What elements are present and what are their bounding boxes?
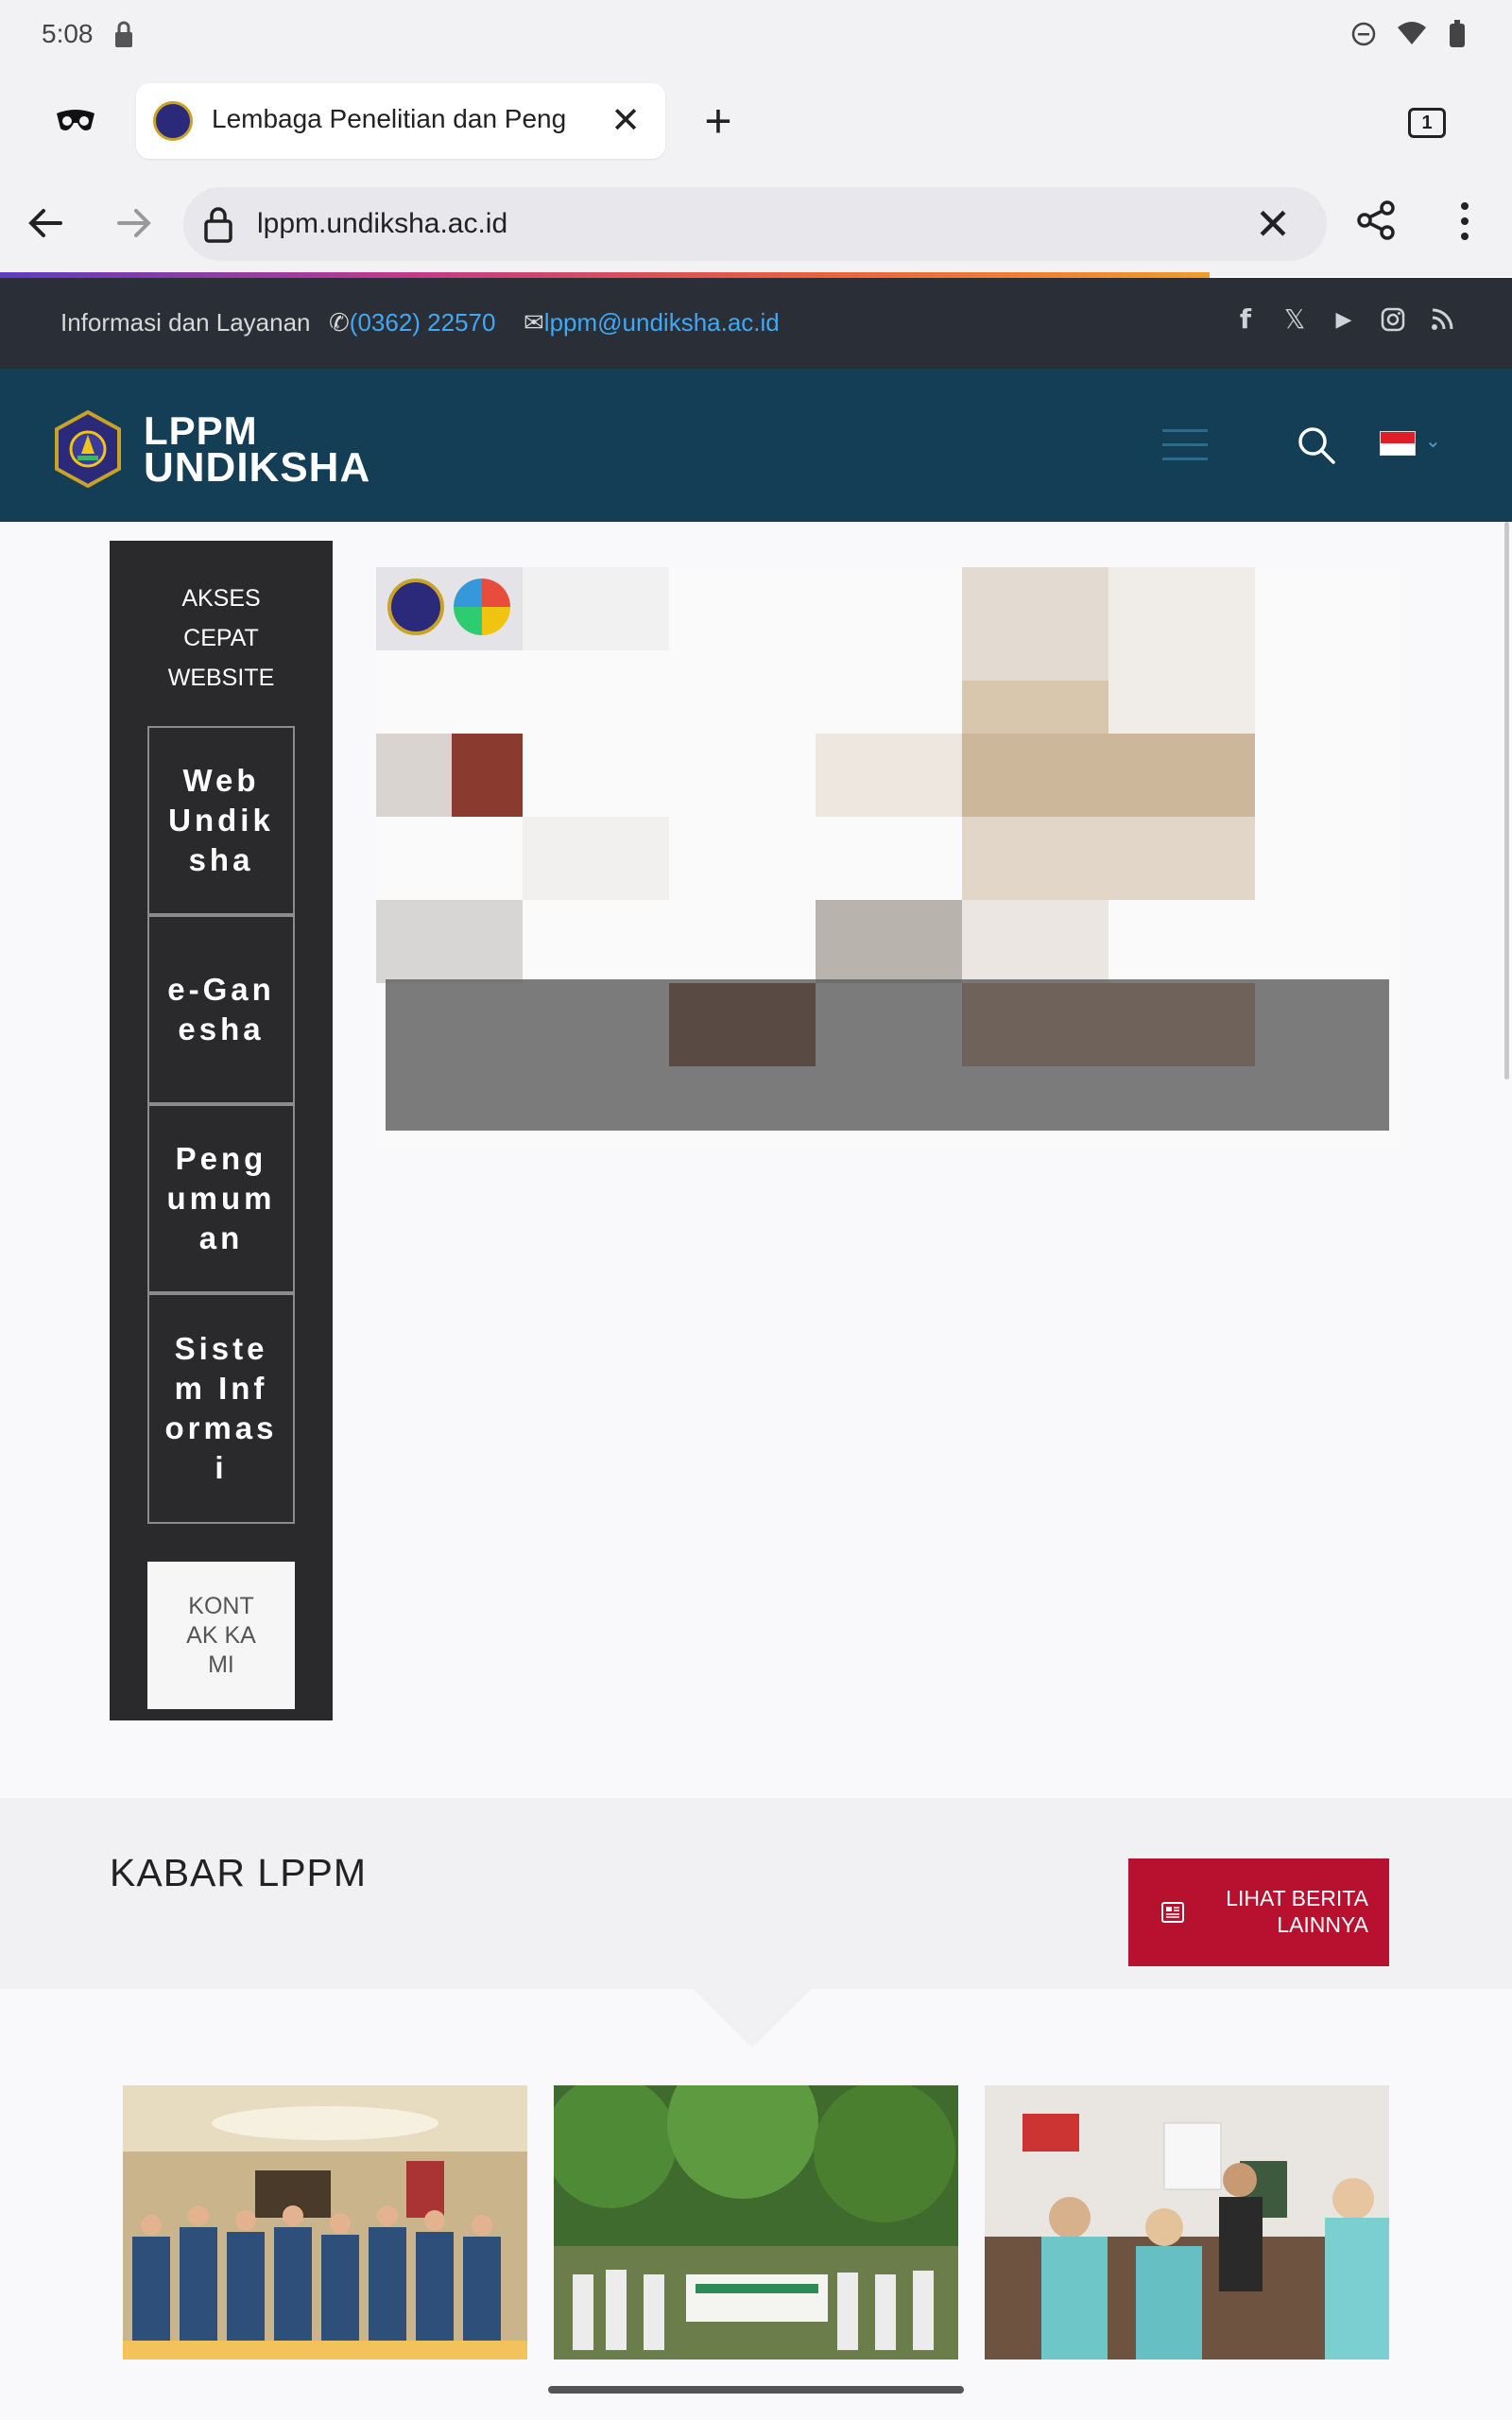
page-scrollbar[interactable] [1504,522,1509,1080]
quick-title-line: WEBSITE [167,665,275,691]
contact-label: KONTAK KAMI [186,1592,256,1678]
system-status-bar: 5:08 [0,0,1512,68]
chevron-down-icon[interactable]: ⌄ [1425,429,1441,453]
hero-slideshow[interactable] [376,567,1402,1150]
undiksha-emblem-icon [387,579,444,635]
slide-tile [962,817,1255,900]
contact-us-button[interactable]: KONTAK KAMI [147,1562,295,1709]
indonesia-flag-icon[interactable] [1380,431,1416,456]
section-pointer [694,1989,811,2048]
info-label: Informasi dan Layanan [60,308,311,337]
slide-tile [669,983,816,1066]
browser-tab[interactable]: Lembaga Penelitian dan Peng ✕ [136,83,665,159]
forward-arrow-icon[interactable] [112,200,157,246]
clear-url-icon[interactable]: ✕ [1249,200,1297,248]
quick-link-sistem-informasi[interactable]: Sistem Informasi [147,1293,295,1524]
slide-tile [523,817,669,900]
slide-tile [816,734,962,817]
hamburger-menu-icon[interactable] [1162,429,1208,463]
partner-logo-icon [454,579,510,635]
tab-switcher-button[interactable]: 1 [1408,108,1446,138]
phone-number[interactable]: (0362) 22570 [350,308,496,337]
news-photo-forest-group [554,2085,958,2360]
quick-title-line: AKSES [181,585,261,612]
slide-tile [962,681,1108,734]
quick-link-e-ganesha[interactable]: e-Ganesha [147,915,295,1104]
quick-link-label: Web Undiksha [168,763,274,877]
slide-tile [816,900,962,983]
quick-access-panel: AKSES CEPAT WEBSITE Web Undiksha e-Ganes… [110,541,333,1720]
incognito-icon[interactable] [55,108,96,134]
social-links: f 𝕏 ▶ [1232,306,1455,333]
slide-tile [376,900,523,983]
facebook-icon[interactable]: f [1232,306,1259,333]
wifi-icon [1398,22,1426,44]
phone-icon: ✆ [329,308,350,337]
work-profile-icon [115,21,132,47]
slide-tile [962,900,1108,983]
youtube-icon[interactable]: ▶ [1331,306,1357,333]
news-card-image[interactable] [985,2085,1389,2360]
email-address[interactable]: lppm@undiksha.ac.id [544,308,780,337]
x-icon[interactable]: 𝕏 [1281,306,1308,333]
battery-icon [1450,20,1465,47]
tab-title: Lembaga Penelitian dan Peng [212,104,567,133]
quick-link-label: e-Ganesha [167,972,275,1046]
search-icon[interactable] [1295,424,1338,467]
slide-tile [1108,567,1255,734]
instagram-icon[interactable] [1380,306,1406,333]
share-icon[interactable] [1353,197,1400,244]
newspaper-icon [1161,1902,1184,1923]
back-arrow-icon[interactable] [23,200,68,246]
site-favicon [153,101,193,141]
more-options-icon[interactable] [1446,197,1484,246]
news-card-image[interactable] [123,2085,527,2360]
undiksha-logo-icon[interactable] [49,410,127,488]
news-card-image[interactable] [554,2085,958,2360]
url-text[interactable]: lppm.undiksha.ac.id [257,208,507,240]
news-photo-classroom [985,2085,1389,2360]
slide-tile [962,734,1255,817]
news-section-title: KABAR LPPM [110,1851,368,1894]
site-info-bar: Informasi dan Layanan ✆(0362) 22570 ✉lpp… [0,278,1512,369]
more-news-label: LIHAT BERITA LAINNYA [1226,1886,1368,1937]
slide-tile [962,983,1255,1066]
new-tab-icon[interactable]: + [696,97,741,146]
email-link[interactable]: ✉lppm@undiksha.ac.id [524,308,780,337]
slide-tile [452,734,523,817]
phone-link[interactable]: ✆(0362) 22570 [329,308,495,337]
address-bar[interactable]: lppm.undiksha.ac.id ✕ [183,187,1327,261]
site-header: LPPM UNDIKSHA ⌄ [0,369,1512,522]
quick-link-pengumuman[interactable]: Pengumuman [147,1104,295,1293]
gesture-navigation-bar[interactable] [548,2386,964,2394]
quick-access-title: AKSES CEPAT WEBSITE [110,579,333,698]
quick-link-label: Sistem Informasi [164,1331,278,1485]
lock-icon[interactable] [200,204,236,244]
dnd-icon [1351,22,1376,46]
status-icons [1351,19,1469,49]
rss-icon[interactable] [1429,306,1455,333]
slide-tile [523,567,669,650]
browser-toolbar: lppm.undiksha.ac.id ✕ [0,174,1512,276]
mail-icon: ✉ [524,308,544,337]
close-tab-icon[interactable]: ✕ [605,100,646,142]
status-time: 5:08 [42,19,94,48]
news-header-band: KABAR LPPM LIHAT BERITA LAINNYA [0,1798,1512,1989]
logo-subtext[interactable]: UNDIKSHA [144,444,370,492]
browser-tab-strip: Lembaga Penelitian dan Peng ✕ + 1 [0,68,1512,174]
quick-title-line: CEPAT [183,625,259,651]
quick-link-label: Pengumuman [166,1141,276,1255]
news-photo-meeting [123,2085,527,2360]
more-news-button[interactable]: LIHAT BERITA LAINNYA [1128,1858,1389,1966]
quick-link-web-undiksha[interactable]: Web Undiksha [147,726,295,915]
